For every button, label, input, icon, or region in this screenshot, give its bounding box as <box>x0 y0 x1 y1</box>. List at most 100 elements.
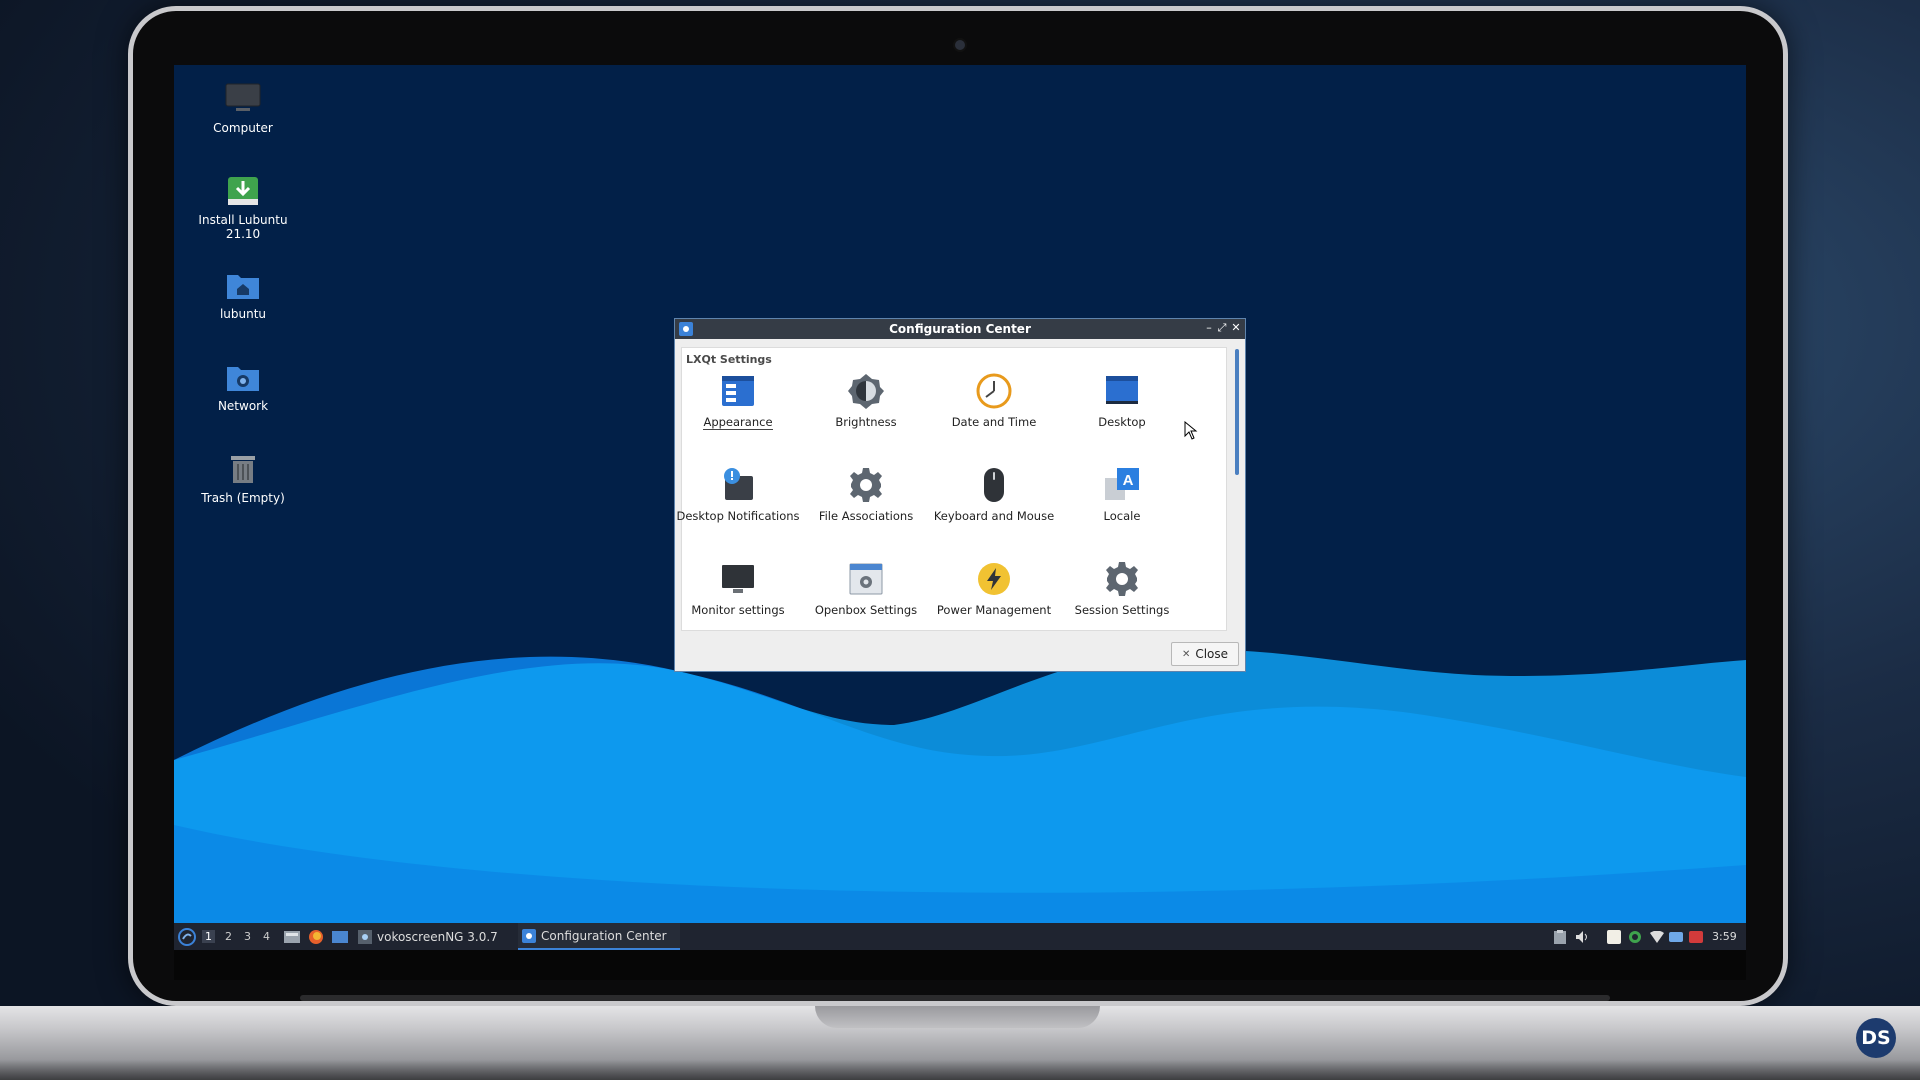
trash-icon <box>231 456 255 483</box>
desktop-icon-computer[interactable]: Computer <box>188 83 298 135</box>
clock-icon <box>976 373 1012 409</box>
item-label: Desktop <box>1098 415 1146 429</box>
vokoscreen-icon <box>358 929 372 944</box>
workspace-2[interactable]: 2 <box>225 930 232 943</box>
item-monitor-settings[interactable]: Monitor settings <box>674 560 802 617</box>
item-power-management[interactable]: Power Management <box>930 560 1058 617</box>
gear-icon <box>850 468 882 502</box>
tray-app-icon <box>1669 931 1683 942</box>
tray-clipboard[interactable] <box>1554 923 1566 950</box>
screen-bezel-bottom <box>174 950 1746 980</box>
task-label: Configuration Center <box>541 928 667 943</box>
monitor-icon <box>722 565 754 593</box>
webcam-icon <box>953 38 967 52</box>
close-button-label: Close <box>1195 647 1229 661</box>
minimize-button[interactable]: – <box>1202 321 1216 335</box>
item-desktop[interactable]: Desktop <box>1058 372 1186 429</box>
desktop-icon-label: Computer <box>213 121 273 135</box>
item-date-and-time[interactable]: Date and Time <box>930 372 1058 429</box>
item-label: Monitor settings <box>691 603 785 617</box>
close-icon: ✕ <box>1181 648 1191 660</box>
item-file-associations[interactable]: File Associations <box>802 466 930 523</box>
desktop-icon-network[interactable]: Network <box>188 361 298 413</box>
workspace-4[interactable]: 4 <box>263 930 270 943</box>
network-folder-icon <box>227 367 259 391</box>
desktop-icon-trash[interactable]: Trash (Empty) <box>188 453 298 505</box>
tray-record[interactable] <box>1689 923 1703 950</box>
configuration-center-window: Configuration Center – ⤢ ✕ LXQt Settings… <box>674 318 1246 672</box>
desktop-icon-home[interactable]: lubuntu <box>188 269 298 321</box>
mouse-cursor-icon <box>1184 421 1198 440</box>
desktop-icon <box>1106 376 1138 404</box>
maximize-button[interactable]: ⤢ <box>1215 321 1229 335</box>
install-icon <box>228 177 258 205</box>
update-icon <box>1629 930 1641 943</box>
locale-icon: A <box>1105 468 1139 500</box>
item-label: File Associations <box>818 509 914 523</box>
record-icon <box>1689 930 1703 943</box>
task-configuration-center[interactable]: Configuration Center <box>518 923 680 950</box>
desktop-icon-label: Network <box>217 399 269 413</box>
tray-volume[interactable] <box>1575 923 1591 950</box>
notes-icon <box>1607 929 1621 944</box>
item-label: Locale <box>1103 509 1141 523</box>
item-session-settings[interactable]: Session Settings <box>1058 560 1186 617</box>
quicklaunch-file-manager[interactable] <box>284 923 300 950</box>
window-titlebar[interactable]: Configuration Center – ⤢ ✕ <box>675 319 1245 339</box>
item-openbox-settings[interactable]: Openbox Settings <box>802 560 930 617</box>
item-brightness[interactable]: Brightness <box>802 372 930 429</box>
item-desktop-notifications[interactable]: Desktop Notifications <box>674 466 802 523</box>
desktop-icon-label: Install Lubuntu 21.10 <box>198 213 288 241</box>
window-title: Configuration Center <box>889 322 1031 336</box>
desktop-icon-label: Trash (Empty) <box>201 491 285 505</box>
home-folder-icon <box>227 275 259 299</box>
tray-network[interactable] <box>1650 923 1664 950</box>
vertical-scrollbar[interactable] <box>1232 347 1242 631</box>
notifications-icon <box>724 468 753 500</box>
quicklaunch-firefox[interactable] <box>308 923 324 950</box>
clipboard-icon <box>1554 929 1566 944</box>
item-locale[interactable]: A Locale <box>1058 466 1186 523</box>
workspace-1[interactable]: 1 <box>202 930 215 943</box>
screen: Computer Install Lubuntu 21.10 lubuntu N… <box>174 65 1746 950</box>
taskbar: 1 2 3 4 vokoscreenNG 3.0.7 Configuration… <box>174 923 1746 950</box>
item-label: Appearance <box>703 415 773 430</box>
watermark-badge: DS <box>1856 1018 1896 1058</box>
quicklaunch-show-desktop[interactable] <box>332 923 348 950</box>
clock[interactable]: 3:59 <box>1712 923 1737 950</box>
volume-icon <box>1576 930 1587 943</box>
computer-icon <box>225 83 261 111</box>
task-vokoscreen[interactable]: vokoscreenNG 3.0.7 <box>354 923 502 950</box>
tray-bluetooth[interactable] <box>1669 923 1683 950</box>
workspace-3[interactable]: 3 <box>244 930 251 943</box>
item-label: Keyboard and Mouse <box>933 509 1055 523</box>
item-label: Brightness <box>835 415 897 429</box>
power-icon <box>978 563 1010 595</box>
start-menu-button[interactable] <box>178 923 196 950</box>
item-label: Power Management <box>936 603 1052 617</box>
configuration-center-app-icon <box>522 928 536 943</box>
item-label: Date and Time <box>951 415 1037 429</box>
laptop-base-notch <box>815 1006 1100 1028</box>
appearance-icon <box>722 376 754 406</box>
svg-text:A: A <box>1123 472 1134 489</box>
file-manager-icon <box>284 930 300 943</box>
item-appearance[interactable]: Appearance <box>674 372 802 430</box>
tray-notes[interactable] <box>1607 923 1621 950</box>
task-label: vokoscreenNG 3.0.7 <box>377 929 498 944</box>
desktop-icon-label: lubuntu <box>219 307 267 321</box>
lubuntu-logo-icon <box>178 927 196 946</box>
item-keyboard-and-mouse[interactable]: Keyboard and Mouse <box>930 466 1058 523</box>
tray-update[interactable] <box>1628 923 1642 950</box>
window-close-button[interactable]: ✕ <box>1229 321 1243 335</box>
scrollbar-thumb[interactable] <box>1235 349 1239 475</box>
firefox-icon <box>309 929 323 944</box>
desktop-icon-install-lubuntu[interactable]: Install Lubuntu 21.10 <box>188 175 298 241</box>
mouse-icon <box>984 468 1004 502</box>
wifi-icon <box>1650 930 1664 943</box>
laptop-shadow <box>0 1060 1920 1080</box>
close-button[interactable]: ✕ Close <box>1171 642 1239 666</box>
settings-panel: LXQt Settings Appearance Brightness Date… <box>676 347 1227 631</box>
gear-icon <box>1106 562 1138 596</box>
workspace-switcher: 1 2 3 4 <box>202 923 270 950</box>
